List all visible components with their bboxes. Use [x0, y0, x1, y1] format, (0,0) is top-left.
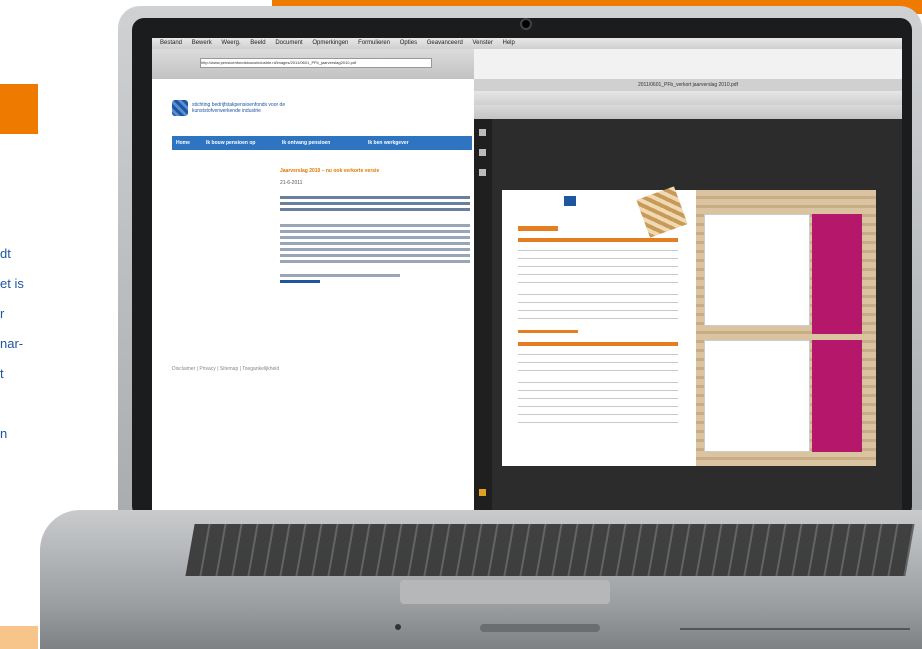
article-text — [280, 208, 470, 211]
table-row — [518, 398, 678, 399]
table-row — [518, 318, 678, 319]
site-nav: Home Ik bouw pensioen op Ik ontvang pens… — [172, 136, 472, 150]
table-row — [518, 390, 678, 391]
table-row — [518, 354, 678, 355]
power-led-icon — [395, 624, 401, 630]
article-text — [280, 260, 470, 263]
table-row — [518, 258, 678, 259]
menu-item[interactable]: Help — [503, 40, 515, 46]
table-row — [518, 362, 678, 363]
left-text-line: dt — [0, 246, 11, 261]
bookmarks-icon[interactable] — [479, 149, 486, 156]
article-text — [280, 202, 470, 205]
orange-corner — [0, 626, 38, 649]
article-text — [280, 224, 470, 227]
menu-item[interactable]: Formulieren — [358, 40, 390, 46]
article-text — [280, 242, 470, 245]
pages-icon[interactable] — [479, 129, 486, 136]
nav-home[interactable]: Home — [176, 136, 190, 150]
menu-item[interactable]: Beeld — [250, 40, 265, 46]
pdf-page-left — [502, 186, 696, 466]
pink-info-box — [812, 340, 862, 452]
left-text-line: n — [0, 426, 8, 441]
mac-menubar: Bestand Bewerk Weerg. Beeld Document Opm… — [152, 38, 902, 49]
laptop-screen: Bestand Bewerk Weerg. Beeld Document Opm… — [152, 38, 902, 510]
url-bar[interactable]: http://www.pensioenfondsbouwindustrie.nl… — [200, 58, 432, 68]
attachments-icon[interactable] — [479, 169, 486, 176]
pdf-toolbar — [474, 91, 902, 105]
menu-item[interactable]: Bewerk — [192, 40, 212, 46]
site-logo-icon[interactable] — [172, 100, 188, 116]
camera-icon — [520, 18, 532, 30]
table-row — [518, 414, 678, 415]
article-text — [280, 196, 470, 199]
table-row — [518, 310, 678, 311]
table-row — [518, 266, 678, 267]
left-text-line: et is — [0, 276, 24, 291]
table-row — [518, 370, 678, 371]
table-row — [518, 406, 678, 407]
article-text — [280, 236, 470, 239]
table-row — [518, 250, 678, 251]
abacus-image — [636, 186, 688, 238]
table-row — [518, 382, 678, 383]
article-text — [280, 248, 470, 251]
article-title: Jaarverslag 2010 – nu ook verkorte versi… — [280, 168, 380, 174]
table-row — [518, 274, 678, 275]
pdf-logo-icon — [564, 196, 576, 206]
table-row — [518, 422, 678, 423]
menu-item[interactable]: Opties — [400, 40, 417, 46]
nav-opbouw[interactable]: Ik bouw pensioen op — [206, 136, 255, 150]
front-edge — [680, 628, 910, 630]
article-text — [280, 274, 400, 277]
article-link[interactable] — [280, 280, 320, 283]
pdf-window-title: 2011/0601_PFb_verkort jaarverslag 2010.p… — [474, 79, 902, 91]
pdf-page-right — [696, 190, 876, 466]
menu-item[interactable]: Venster — [472, 40, 492, 46]
left-text-line: r — [0, 306, 5, 321]
table-heading — [518, 226, 558, 231]
pdf-sidebar — [474, 119, 492, 510]
text-panel — [704, 214, 810, 326]
table-header-row — [518, 238, 678, 242]
article-text — [280, 230, 470, 233]
table-heading — [518, 330, 578, 333]
folder-icon[interactable] — [479, 489, 486, 496]
nav-werkgever[interactable]: Ik ben werkgever — [368, 136, 409, 150]
site-name: stichting bedrijfstakpensioenfonds voor … — [192, 102, 286, 114]
table-row — [518, 294, 678, 295]
table-row — [518, 282, 678, 283]
menu-item[interactable]: Weerg. — [221, 40, 240, 46]
menu-item[interactable]: Opmerkingen — [312, 40, 348, 46]
pdf-nav-toolbar — [474, 105, 902, 119]
trackpad — [400, 580, 610, 604]
menu-item[interactable]: Document — [275, 40, 302, 46]
footer-links[interactable]: Disclaimer | Privacy | Sitemap | Toegank… — [172, 366, 279, 372]
left-text-line: t — [0, 366, 4, 381]
front-slot — [480, 624, 600, 632]
pink-info-box — [812, 214, 862, 334]
menu-item[interactable]: Bestand — [160, 40, 182, 46]
nav-ontvang[interactable]: Ik ontvang pensioen — [282, 136, 330, 150]
article-date: 21-6-2011 — [280, 180, 303, 186]
orange-tab — [0, 84, 38, 134]
table-row — [518, 302, 678, 303]
menu-item[interactable]: Geavanceerd — [427, 40, 463, 46]
text-panel — [704, 340, 810, 452]
table-header-row — [518, 342, 678, 346]
left-text-line: nar- — [0, 336, 24, 351]
keyboard — [185, 524, 915, 576]
article-text — [280, 254, 470, 257]
